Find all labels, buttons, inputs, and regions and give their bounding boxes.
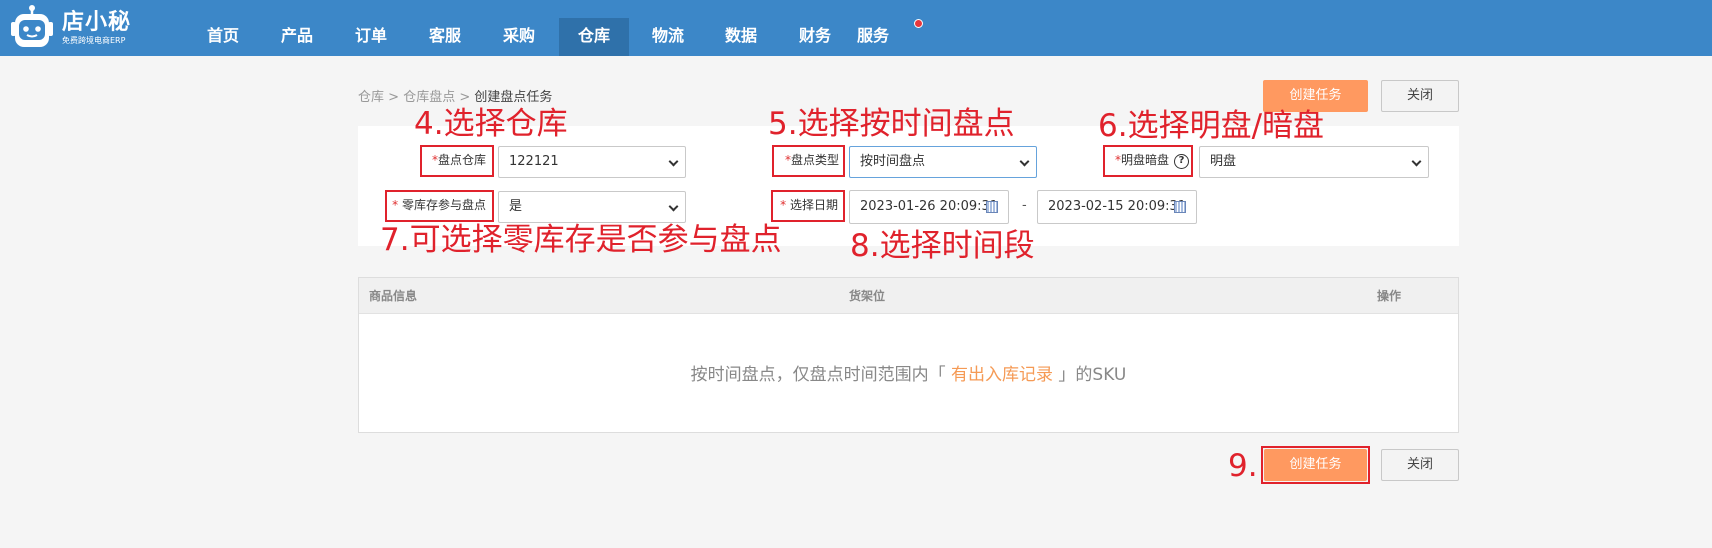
column-header-actions: 操作 <box>1377 289 1402 303</box>
annotation-step-5: 5.选择按时间盘点 <box>768 106 1015 142</box>
logo-title: 店小秘 <box>62 10 132 35</box>
warehouse-select[interactable]: 122121 <box>498 146 686 178</box>
annotation-step-4: 4.选择仓库 <box>414 106 568 142</box>
start-date-input[interactable]: 2023-01-26 20:09:31 <box>849 190 1009 224</box>
chevron-down-icon <box>1411 156 1422 167</box>
create-task-button-bottom[interactable]: 创建任务 <box>1264 449 1367 481</box>
close-button-top[interactable]: 关闭 <box>1381 80 1459 112</box>
annotation-highlight-box <box>772 145 845 177</box>
check-type-select-value: 按时间盘点 <box>860 154 926 169</box>
visibility-select[interactable]: 明盘 <box>1199 146 1429 178</box>
empty-state-link[interactable]: 有出入库记录 <box>951 365 1053 385</box>
zero-stock-select-value: 是 <box>509 199 523 214</box>
logo-subtitle: 免费跨境电商ERP <box>62 36 126 45</box>
nav-item-customer-service[interactable]: 客服 <box>410 18 480 56</box>
breadcrumb-item-current: 创建盘点任务 <box>474 90 553 105</box>
annotation-step-7: 7.可选择零库存是否参与盘点 <box>380 222 782 258</box>
end-date-input[interactable]: 2023-02-15 20:09:31 <box>1037 190 1197 224</box>
empty-state-suffix: 」的SKU <box>1053 365 1127 385</box>
annotation-highlight-box <box>385 190 494 222</box>
start-date-value: 2023-01-26 20:09:31 <box>860 199 999 214</box>
top-nav-bar: 店小秘 免费跨境电商ERP 首页 产品 订单 客服 采购 仓库 物流 数据 财务… <box>0 0 1712 56</box>
table-header: 商品信息 货架位 操作 <box>359 278 1458 314</box>
breadcrumb-item-warehouse[interactable]: 仓库 <box>358 90 384 105</box>
nav-item-data[interactable]: 数据 <box>706 18 776 56</box>
nav-item-home[interactable]: 首页 <box>188 18 258 56</box>
nav-item-orders[interactable]: 订单 <box>336 18 406 56</box>
sku-table: 商品信息 货架位 操作 按时间盘点，仅盘点时间范围内「 有出入库记录 」的SKU <box>358 277 1459 433</box>
warehouse-select-value: 122121 <box>509 154 559 169</box>
column-header-shelf: 货架位 <box>849 289 886 303</box>
annotation-step-9: 9. <box>1228 448 1258 484</box>
end-date-value: 2023-02-15 20:09:31 <box>1048 199 1187 214</box>
nav-item-products[interactable]: 产品 <box>262 18 332 56</box>
visibility-select-value: 明盘 <box>1210 154 1237 169</box>
zero-stock-select[interactable]: 是 <box>498 191 686 223</box>
annotation-highlight-box <box>420 145 494 177</box>
calendar-icon[interactable] <box>986 201 998 213</box>
date-range-separator: - <box>1022 198 1027 213</box>
breadcrumb-separator: > <box>459 90 471 105</box>
chevron-down-icon <box>668 201 679 212</box>
nav-item-services[interactable]: 服务 <box>838 18 908 56</box>
notification-dot <box>914 19 923 28</box>
chevron-down-icon <box>668 156 679 167</box>
column-header-product-info: 商品信息 <box>369 289 418 303</box>
close-button-bottom[interactable]: 关闭 <box>1381 449 1459 481</box>
nav-item-purchasing[interactable]: 采购 <box>484 18 554 56</box>
breadcrumb-item-inventory-check[interactable]: 仓库盘点 <box>403 90 455 105</box>
breadcrumb-separator: > <box>388 90 400 105</box>
annotation-step-6: 6.选择明盘/暗盘 <box>1098 108 1325 144</box>
annotation-highlight-box <box>771 190 845 222</box>
empty-state-prefix: 按时间盘点，仅盘点时间范围内「 <box>690 365 952 385</box>
logo[interactable]: 店小秘 免费跨境电商ERP <box>8 4 131 52</box>
chevron-down-icon <box>1019 156 1030 167</box>
check-type-select[interactable]: 按时间盘点 <box>849 146 1037 178</box>
annotation-highlight-box <box>1103 145 1193 177</box>
nav-item-logistics[interactable]: 物流 <box>633 18 703 56</box>
calendar-icon[interactable] <box>1174 201 1186 213</box>
nav-item-warehouse[interactable]: 仓库 <box>559 18 629 56</box>
breadcrumb: 仓库 > 仓库盘点 > 创建盘点任务 <box>358 86 552 105</box>
annotation-step-8: 8.选择时间段 <box>850 228 1035 264</box>
empty-state-message: 按时间盘点，仅盘点时间范围内「 有出入库记录 」的SKU <box>359 360 1458 385</box>
robot-logo-icon <box>8 5 56 51</box>
